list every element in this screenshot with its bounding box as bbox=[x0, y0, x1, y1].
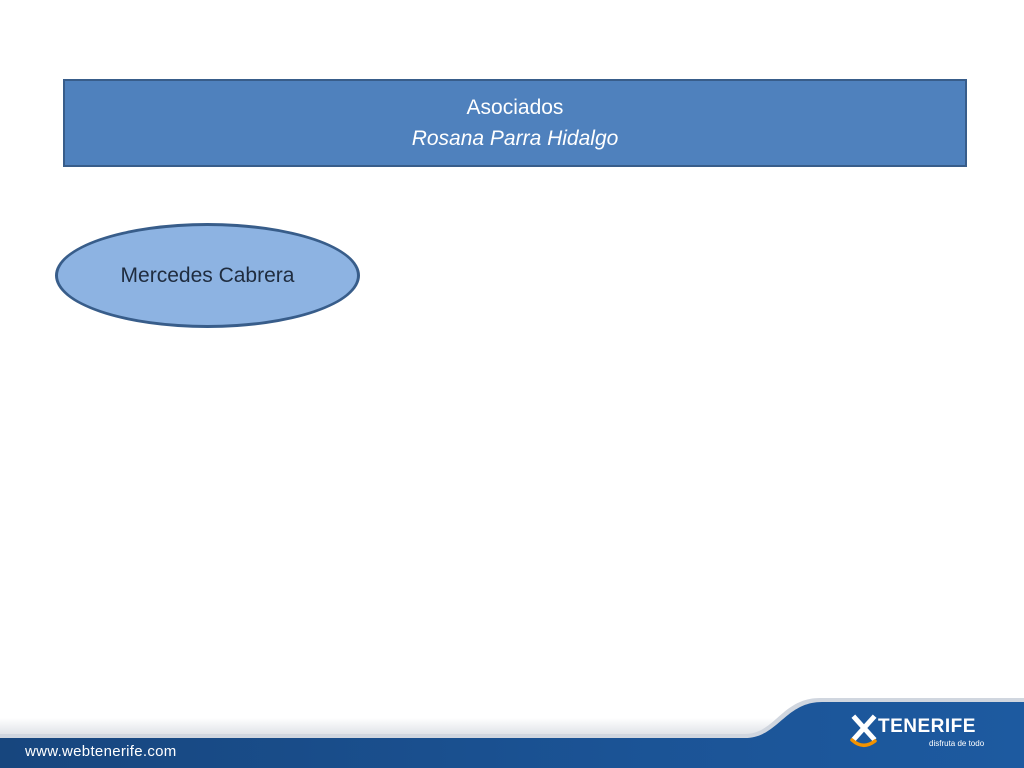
member-name: Mercedes Cabrera bbox=[120, 263, 295, 287]
header-title: Asociados bbox=[466, 96, 564, 119]
x-smile-logo-icon bbox=[850, 714, 877, 747]
tenerife-logo: TENERIFE disfruta de todo bbox=[850, 714, 990, 754]
footer-url: www.webtenerife.com bbox=[25, 743, 177, 760]
logo-tagline: disfruta de todo bbox=[929, 739, 985, 748]
member-oval: Mercedes Cabrera bbox=[55, 223, 360, 328]
header-box: Asociados Rosana Parra Hidalgo bbox=[63, 79, 967, 167]
header-subtitle: Rosana Parra Hidalgo bbox=[411, 127, 619, 150]
slide: Asociados Rosana Parra Hidalgo Mercedes … bbox=[0, 0, 1024, 768]
logo-brand: TENERIFE bbox=[878, 716, 976, 737]
